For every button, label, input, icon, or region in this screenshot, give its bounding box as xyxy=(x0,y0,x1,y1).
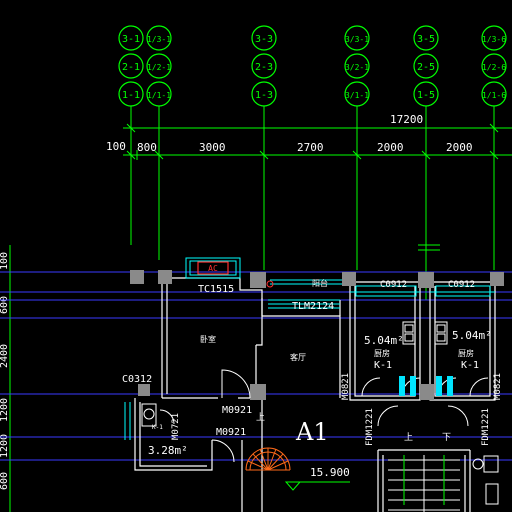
door-label-m0921: M0921 xyxy=(222,405,252,416)
room-bedroom: 卧室 xyxy=(200,334,216,344)
vdim: 1200 xyxy=(0,398,10,422)
room-balcony: 阳台 xyxy=(312,278,328,288)
shaft-box xyxy=(485,483,499,505)
axis-label: 1-1 xyxy=(122,90,140,101)
axis-bubble-labels: 3-1 2-1 1-1 1/3-1 1/2-1 1/1-1 3-3 2-3 1-… xyxy=(122,34,506,101)
kitchen-area: 5.04m² xyxy=(452,329,492,342)
door-label-m0921: M0921 xyxy=(216,427,246,438)
kitchen-area: 5.04m² xyxy=(364,334,404,347)
door-label-m0821: M0821 xyxy=(493,373,503,400)
vdim: 600 xyxy=(0,472,10,490)
stair-up: 上 xyxy=(404,432,413,443)
elevation-marker-icon xyxy=(284,481,302,491)
window-label-tc1515: TC1515 xyxy=(198,284,234,295)
axis-label: 3-3 xyxy=(255,34,273,45)
room-living: 客厅 xyxy=(290,352,306,362)
dimension-segment: 2700 xyxy=(297,141,324,154)
kitchen-tag: K-1 xyxy=(374,360,392,371)
main-stair xyxy=(388,455,460,512)
axis-label: 3/3-1 xyxy=(345,35,369,44)
door-label-m0821: M0821 xyxy=(341,373,351,400)
elevation-label: 15.900 xyxy=(310,466,350,479)
axis-label: 1/2-1 xyxy=(147,63,171,72)
axis-label: 2-5 xyxy=(417,62,435,73)
dimension-text: 17200 100 800 3000 2700 2000 2000 xyxy=(106,113,473,154)
dimension-segment: 2000 xyxy=(446,141,473,154)
axis-label: 1/1-6 xyxy=(482,91,506,100)
dimension-segment: 100 xyxy=(106,140,126,153)
axis-label: 2-3 xyxy=(255,62,273,73)
axis-label: 1-5 xyxy=(417,90,435,101)
axis-label: 3/2-1 xyxy=(345,63,369,72)
dimension-segment: 3000 xyxy=(199,141,226,154)
door-label-fdm1221: FDM1221 xyxy=(481,408,491,446)
room-names: 卧室 客厅 阳台 厨房 厨房 上 上 下 xyxy=(200,278,474,443)
kitchen-tag: K-1 xyxy=(461,360,479,371)
axis-label: 3-5 xyxy=(417,34,435,45)
axis-label: 1/3-1 xyxy=(147,35,171,44)
axis-label: 1/3-6 xyxy=(482,35,506,44)
stair-down: 下 xyxy=(442,433,451,443)
stair-up: 上 xyxy=(256,412,265,423)
window-label-c0912: C0912 xyxy=(380,280,407,290)
window-label-c0312: C0312 xyxy=(122,374,152,385)
floor-plan-drawing: 3-1 2-1 1-1 1/3-1 1/2-1 1/1-1 3-3 2-3 1-… xyxy=(0,25,512,512)
dimension-segment: 2000 xyxy=(377,141,404,154)
dimension-segment: 800 xyxy=(137,141,157,154)
axis-label: 1-3 xyxy=(255,90,273,101)
vdim: 600 xyxy=(0,296,10,314)
spiral-stair xyxy=(245,447,291,471)
window-label-c0912: C0912 xyxy=(448,280,475,290)
axis-label: 3-1 xyxy=(122,34,140,45)
vdim: 100 xyxy=(0,252,10,270)
bath-tag: K-1 xyxy=(152,424,163,431)
room-kitchen: 厨房 xyxy=(458,348,474,358)
left-dimension-text: 100 600 2400 1200 1200 600 xyxy=(0,252,10,490)
door-label-m0721: M0721 xyxy=(171,413,181,440)
vdim: 2400 xyxy=(0,344,10,368)
bath-area: 3.28m² xyxy=(148,444,188,457)
axis-label: 1/1-1 xyxy=(147,91,171,100)
door-label-fdm1221: FDM1221 xyxy=(365,408,375,446)
room-kitchen: 厨房 xyxy=(374,348,390,358)
axis-label: 3/1-1 xyxy=(345,91,369,100)
axis-bubbles xyxy=(118,25,507,107)
shaft-box xyxy=(483,455,499,473)
ac-label: AC xyxy=(208,264,218,273)
vdim: 1200 xyxy=(0,434,10,458)
dimension-total: 17200 xyxy=(390,113,423,126)
axis-label: 1/2-6 xyxy=(482,63,506,72)
windows xyxy=(124,257,495,440)
door-label-tlm2124: TLM2124 xyxy=(292,301,334,312)
unit-label: A1 xyxy=(295,418,329,446)
axis-lines xyxy=(130,106,495,300)
axis-label: 2-1 xyxy=(122,62,140,73)
cad-floor-plan: 3-1 2-1 1-1 1/3-1 1/2-1 1/1-1 3-3 2-3 1-… xyxy=(0,0,512,512)
